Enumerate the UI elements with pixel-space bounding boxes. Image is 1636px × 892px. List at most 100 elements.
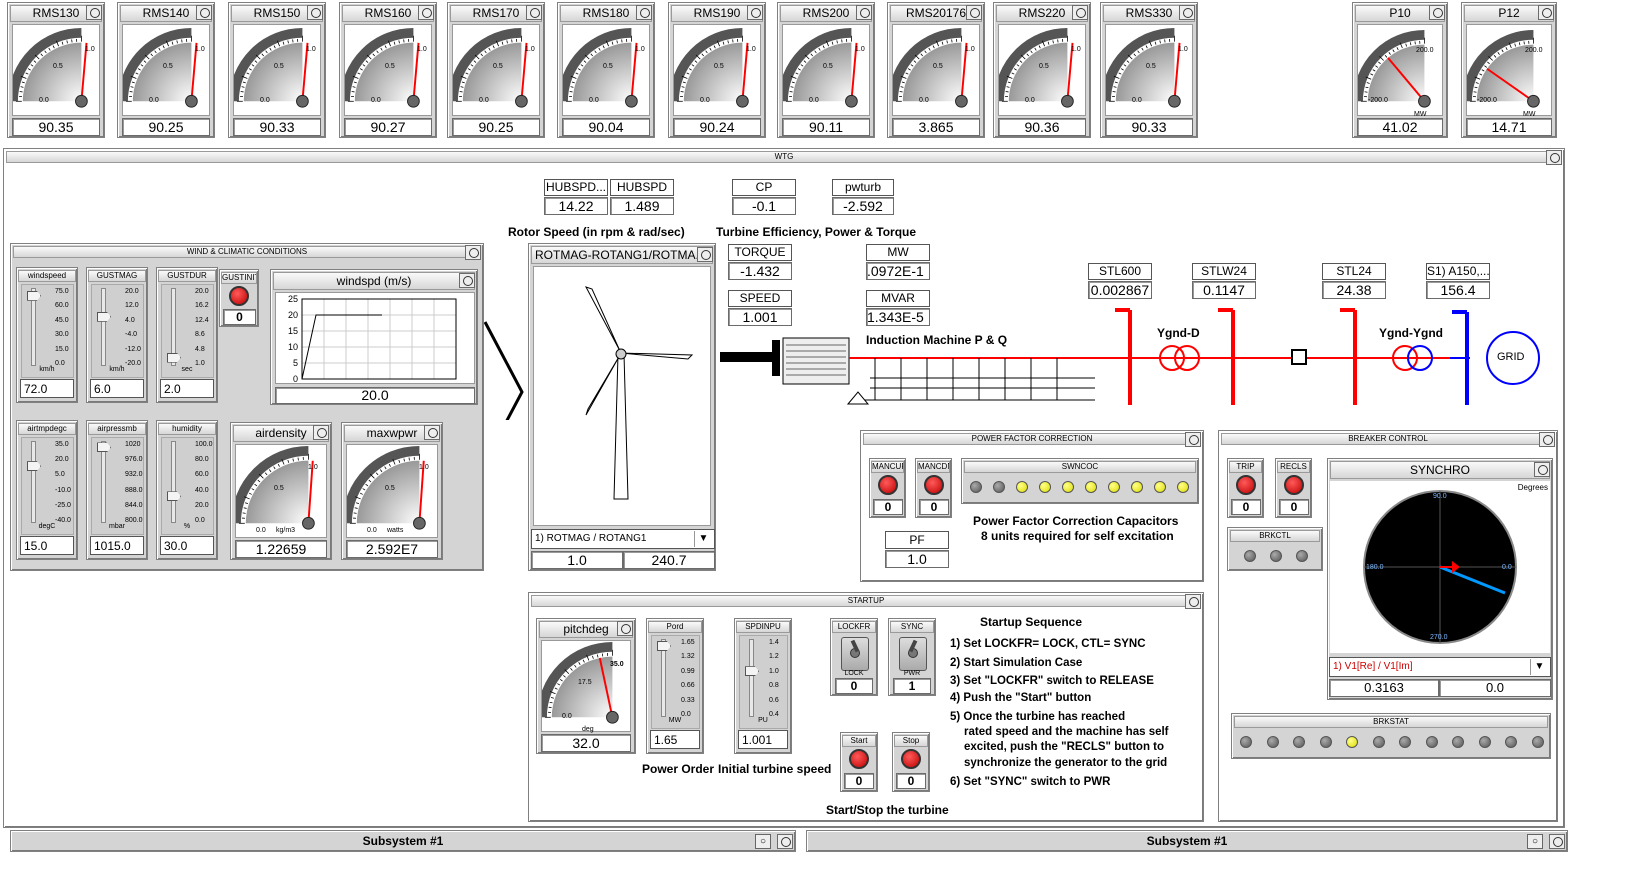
recls-button[interactable]: [1284, 475, 1304, 495]
rms-1-menu-icon[interactable]: [196, 5, 212, 20]
trip-button[interactable]: [1236, 475, 1256, 495]
swncoc-led-2: [1016, 481, 1028, 493]
start-value: 0: [844, 773, 874, 789]
wind-gustdur-unit: sec: [181, 366, 193, 373]
chevron-down-icon[interactable]: ▼: [694, 531, 712, 547]
sync-position: PWR: [903, 670, 921, 677]
lockfr-toggle-icon[interactable]: [841, 637, 869, 671]
mancdn-button[interactable]: [924, 475, 944, 495]
rms-7-value: 90.11: [782, 118, 870, 136]
s1-a150-display: S1) A150,... 156.4: [1426, 263, 1490, 300]
wind-windspeed-input[interactable]: 72.0: [20, 379, 74, 398]
subsystem-left-menu-icon[interactable]: [777, 834, 793, 849]
wind-gustmag-slider-track[interactable]: [101, 288, 106, 366]
wind-gustmag-tick-3: -4.0: [125, 331, 138, 339]
sync-value: 1: [893, 678, 931, 694]
trip-control: TRIP 0: [1227, 458, 1264, 518]
wind-gustdur-input[interactable]: 2.0: [160, 379, 214, 398]
lock-icon[interactable]: ○: [755, 834, 771, 849]
lock-icon[interactable]: ○: [1527, 834, 1543, 849]
windspd-plot-menu-icon[interactable]: [459, 273, 475, 288]
wind-maxwpwr-tick-mid: 0.5: [385, 485, 395, 492]
rotor-panel-title: ROTMAG-ROTANG1/ROTMA...: [531, 246, 713, 264]
mancup-label: MANCUP: [871, 461, 904, 473]
mw-value: .0972E-1: [866, 262, 930, 280]
wind-windspeed-tick-1: 60.0: [55, 302, 69, 310]
s1-a150-label: S1) A150,...: [1426, 263, 1490, 280]
pord-input[interactable]: 1.65: [650, 730, 700, 749]
pitch-menu-icon[interactable]: [617, 621, 633, 636]
rms-4-menu-icon[interactable]: [526, 5, 542, 20]
p-meter-0-menu-icon[interactable]: [1429, 5, 1445, 20]
wind-panel-menu-icon[interactable]: [465, 245, 481, 260]
p-meter-1-menu-icon[interactable]: [1538, 5, 1554, 20]
brkctl-lamps: BRKCTL: [1227, 527, 1323, 571]
startup-step-7: synchronize the generator to the grid: [964, 757, 1168, 769]
windspd-ytick-15: 15: [288, 326, 299, 336]
mancup-button[interactable]: [878, 475, 898, 495]
torque-value: -1.432: [728, 262, 792, 280]
windspd-ytick-5: 5: [293, 358, 299, 368]
rms-7-menu-icon[interactable]: [856, 5, 872, 20]
rms-2-menu-icon[interactable]: [307, 5, 323, 20]
pfc-panel-menu-icon[interactable]: [1185, 432, 1201, 447]
rms-4-tick-hi: 1.0: [525, 46, 535, 53]
rms-6-menu-icon[interactable]: [747, 5, 763, 20]
stop-button[interactable]: [901, 749, 921, 769]
synchro-menu-icon[interactable]: [1534, 462, 1550, 477]
clim-airtmpdegc-slider-track[interactable]: [31, 441, 36, 523]
rms-10-menu-icon[interactable]: [1179, 5, 1195, 20]
clim-humidity-input[interactable]: 30.0: [160, 536, 214, 555]
p-meter-0-face: -200.0 200.0 MW: [1357, 24, 1443, 118]
pfc-desc-2: 8 units required for self excitation: [981, 529, 1174, 543]
rms-0-tick-mid: 0.5: [53, 63, 63, 70]
synchro-panel: SYNCHRO Degrees 90.0 180.0 0.0 270.0 1) …: [1327, 458, 1553, 700]
startup-panel-menu-icon[interactable]: [1185, 594, 1201, 609]
clim-airpressmb-input[interactable]: 1015.0: [90, 536, 144, 555]
wind-gustdur-tick-4: 4.8: [195, 345, 205, 353]
pord-tick-0: 1.65: [681, 639, 695, 646]
chevron-down-icon[interactable]: ▼: [1530, 659, 1548, 675]
mancdn-value: 0: [919, 499, 949, 515]
wind-windspeed-tick-3: 30.0: [55, 331, 69, 339]
start-button[interactable]: [849, 749, 869, 769]
rms-1-gauge: RMS140 0.0 0.5 1.0 90.25: [117, 2, 215, 138]
sync-toggle-icon[interactable]: [899, 637, 927, 671]
wind-airdensity-menu-icon[interactable]: [313, 425, 329, 440]
rms-3-dial-svg: [345, 27, 420, 108]
gustinit-button[interactable]: [229, 286, 249, 306]
wtg-panel-menu-icon[interactable]: [1546, 150, 1562, 165]
mw-label: MW: [866, 244, 930, 261]
stop-control: Stop 0: [892, 732, 930, 792]
synchro-select[interactable]: 1) V1[Re] / V1[Im] ▼: [1329, 657, 1551, 677]
rms-9-menu-icon[interactable]: [1072, 5, 1088, 20]
clim-airtmpdegc-input[interactable]: 15.0: [20, 536, 74, 555]
pfc-desc-1: Power Factor Correction Capacitors: [973, 514, 1179, 528]
tx2-label: Ygnd-Ygnd: [1379, 326, 1443, 340]
rms-0-menu-icon[interactable]: [86, 5, 102, 20]
rms-5-menu-icon[interactable]: [636, 5, 652, 20]
rotor-select[interactable]: 1) ROTMAG / ROTANG1 ▼: [531, 529, 715, 549]
synchro-unit: Degrees: [1517, 483, 1548, 492]
rms-3-menu-icon[interactable]: [418, 5, 434, 20]
gustinit-value: 0: [223, 309, 256, 325]
rms-8-menu-icon[interactable]: [966, 5, 982, 20]
spdinpu-slider-face: [739, 635, 788, 729]
mw-display: MW .0972E-1: [866, 244, 930, 281]
clim-airpressmb-slider-track[interactable]: [101, 441, 106, 523]
clim-humidity-slider-track[interactable]: [171, 441, 176, 523]
p-meter-0-tick-hi: 200.0: [1416, 47, 1434, 54]
subsystem-right-menu-icon[interactable]: [1549, 834, 1565, 849]
spdinpu-input[interactable]: 1.001: [738, 730, 788, 749]
wind-maxwpwr-menu-icon[interactable]: [424, 425, 440, 440]
synchro-value-1: 0.3163: [1329, 679, 1439, 697]
clim-humidity-tick-1: 80.0: [195, 456, 209, 464]
startup-step-8: 6) Set "SYNC" switch to PWR: [950, 776, 1111, 788]
breaker-panel-menu-icon[interactable]: [1539, 432, 1555, 447]
spdinpu-slider-track[interactable]: [749, 639, 754, 717]
spdinpu-unit: PU: [758, 717, 768, 724]
rotor-panel-menu-icon[interactable]: [697, 247, 713, 262]
wind-gustdur-label: GUSTDUR: [158, 270, 216, 282]
wind-gustmag-input[interactable]: 6.0: [90, 379, 144, 398]
stlw24-value: 0.1147: [1192, 281, 1256, 299]
